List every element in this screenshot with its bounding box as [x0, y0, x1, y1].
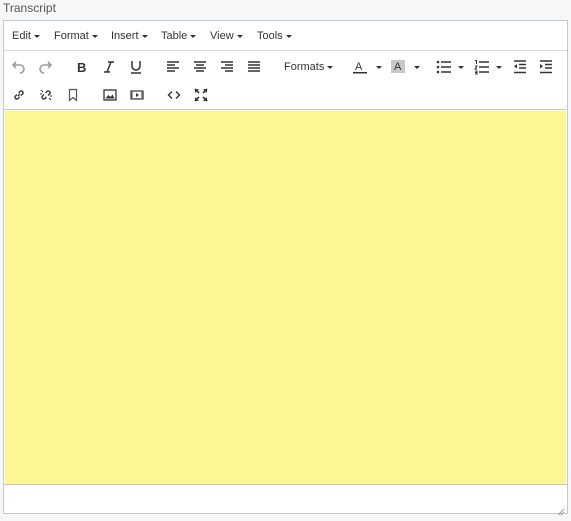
background-color-button[interactable]: A [390, 57, 420, 77]
remove-link-button[interactable] [36, 85, 56, 105]
chevron-down-icon [285, 34, 292, 38]
numbered-list-button[interactable] [474, 57, 502, 77]
align-left-button[interactable] [163, 57, 183, 77]
insert-media-button[interactable] [127, 85, 147, 105]
formats-dropdown[interactable]: Formats [284, 57, 334, 77]
media-icon [130, 90, 144, 100]
menu-tools[interactable]: Tools [257, 29, 292, 43]
toolbar: B Formats A A [4, 51, 567, 110]
align-justify-button[interactable] [244, 57, 264, 77]
insert-image-button[interactable] [100, 85, 120, 105]
chevron-down-icon[interactable] [496, 65, 502, 69]
indent-icon [540, 60, 552, 74]
italic-button[interactable] [99, 57, 119, 77]
undo-icon [12, 61, 25, 74]
bold-button[interactable]: B [72, 57, 92, 77]
resize-handle-icon[interactable] [557, 503, 565, 516]
chevron-down-icon [327, 65, 334, 69]
redo-button[interactable] [35, 57, 55, 77]
menu-view[interactable]: View [210, 29, 243, 43]
text-color-icon: A [353, 61, 367, 74]
align-center-icon [194, 61, 206, 72]
italic-icon [104, 61, 114, 73]
insert-link-button[interactable] [9, 85, 29, 105]
menu-view-label: View [210, 30, 234, 42]
menu-format-label: Format [54, 30, 89, 42]
underline-button[interactable] [126, 57, 146, 77]
svg-text:B: B [77, 60, 86, 74]
menu-insert-label: Insert [111, 30, 139, 42]
rich-text-editor: Edit Format Insert Table View Tools B Fo… [3, 20, 568, 516]
code-icon [167, 91, 181, 99]
chevron-down-icon [33, 34, 40, 38]
align-right-icon [221, 61, 233, 72]
menu-table[interactable]: Table [161, 29, 197, 43]
outdent-button[interactable] [510, 57, 530, 77]
chevron-down-icon [190, 34, 197, 38]
align-center-button[interactable] [190, 57, 210, 77]
source-code-button[interactable] [164, 85, 184, 105]
chevron-down-icon [91, 34, 98, 38]
text-color-button[interactable]: A [352, 57, 382, 77]
numbered-list-icon [474, 60, 489, 75]
bullet-list-icon [436, 60, 451, 74]
background-color-glyph: A [394, 61, 402, 73]
menubar: Edit Format Insert Table View Tools [4, 21, 567, 51]
chevron-down-icon[interactable] [458, 65, 464, 69]
chevron-down-icon[interactable] [414, 65, 420, 69]
formats-label: Formats [284, 61, 325, 73]
redo-icon [39, 61, 52, 74]
chevron-down-icon[interactable] [376, 65, 382, 69]
anchor-button[interactable] [63, 85, 83, 105]
chevron-down-icon [236, 34, 243, 38]
menu-tools-label: Tools [257, 30, 283, 42]
menu-insert[interactable]: Insert [111, 29, 148, 43]
indent-button[interactable] [536, 57, 556, 77]
outdent-icon [514, 60, 526, 74]
field-label: Transcript [3, 1, 56, 15]
underline-icon [131, 61, 141, 74]
bullet-list-button[interactable] [436, 57, 464, 77]
image-icon [103, 89, 117, 101]
statusbar [4, 484, 567, 516]
bookmark-icon [68, 88, 78, 102]
chevron-down-icon [141, 34, 148, 38]
align-justify-icon [248, 61, 260, 72]
undo-button[interactable] [9, 57, 29, 77]
link-icon [14, 90, 24, 100]
menu-table-label: Table [161, 30, 188, 42]
background-color-icon: A [391, 60, 405, 73]
menu-edit[interactable]: Edit [12, 29, 40, 43]
bold-icon: B [77, 60, 86, 74]
fullscreen-button[interactable] [191, 85, 211, 105]
text-color-glyph: A [355, 61, 363, 73]
align-left-icon [167, 61, 179, 72]
unlink-icon [40, 89, 52, 101]
align-right-button[interactable] [217, 57, 237, 77]
editor-content-area[interactable] [5, 111, 566, 486]
menu-edit-label: Edit [12, 30, 31, 42]
menu-format[interactable]: Format [54, 29, 98, 43]
fullscreen-icon [194, 88, 208, 102]
